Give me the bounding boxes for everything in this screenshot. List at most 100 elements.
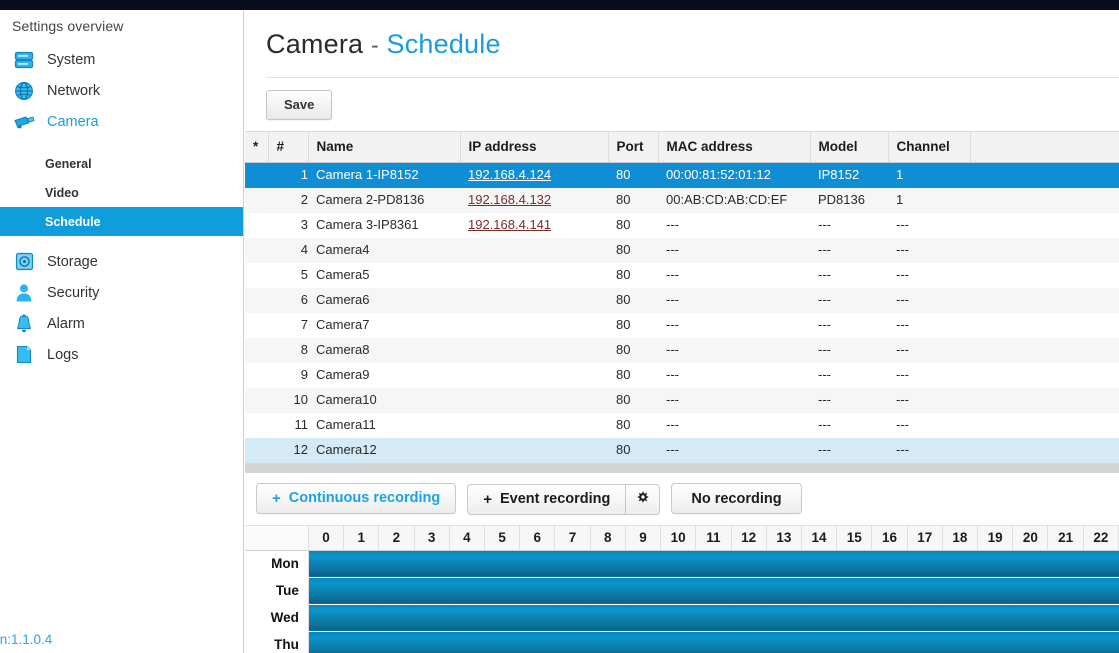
table-row[interactable]: 11 Camera11 80 --- --- --- xyxy=(245,412,1119,438)
schedule-slot[interactable] xyxy=(308,604,344,632)
schedule-slot[interactable] xyxy=(484,604,520,632)
schedule-slot[interactable] xyxy=(308,577,344,605)
table-row[interactable]: 9 Camera9 80 --- --- --- xyxy=(245,362,1119,388)
column-header-channel[interactable]: Channel xyxy=(888,131,971,163)
sidebar-item-schedule[interactable]: Schedule xyxy=(0,207,243,236)
schedule-slot[interactable] xyxy=(660,604,696,632)
schedule-hour-header[interactable]: 17 xyxy=(907,524,943,551)
ip-address-link[interactable]: 192.168.4.132 xyxy=(468,192,551,207)
schedule-slot[interactable] xyxy=(836,550,872,578)
cell-ip[interactable] xyxy=(460,237,608,263)
schedule-hour-header[interactable]: 6 xyxy=(519,524,556,551)
cell-ip[interactable] xyxy=(460,337,608,363)
schedule-slot[interactable] xyxy=(1047,577,1084,605)
cell-ip[interactable] xyxy=(460,262,608,288)
schedule-slot[interactable] xyxy=(977,631,1013,653)
schedule-slot[interactable] xyxy=(766,550,802,578)
schedule-slot[interactable] xyxy=(801,631,837,653)
schedule-slot[interactable] xyxy=(414,631,450,653)
schedule-slot[interactable] xyxy=(414,577,450,605)
schedule-slot[interactable] xyxy=(590,577,626,605)
schedule-slot[interactable] xyxy=(1047,604,1084,632)
schedule-slot[interactable] xyxy=(660,550,696,578)
schedule-slot[interactable] xyxy=(660,631,696,653)
schedule-slot[interactable] xyxy=(484,577,520,605)
schedule-hour-header[interactable]: 21 xyxy=(1047,524,1084,551)
schedule-hour-header[interactable]: 10 xyxy=(660,524,697,551)
schedule-hour-header[interactable]: 13 xyxy=(766,524,802,551)
event-recording-button[interactable]: + Event recording xyxy=(467,483,626,515)
schedule-hour-header[interactable]: 15 xyxy=(836,524,873,551)
sidebar-item-alarm[interactable]: Alarm xyxy=(0,308,243,339)
schedule-slot[interactable] xyxy=(308,550,344,578)
cell-ip[interactable] xyxy=(460,312,608,338)
schedule-hour-header[interactable]: 5 xyxy=(484,524,521,551)
schedule-slot[interactable] xyxy=(871,550,908,578)
schedule-slot[interactable] xyxy=(484,550,520,578)
schedule-slot[interactable] xyxy=(907,550,943,578)
schedule-slot[interactable] xyxy=(836,604,872,632)
schedule-slot[interactable] xyxy=(1012,577,1048,605)
sidebar-item-video[interactable]: Video xyxy=(0,178,243,207)
schedule-slot[interactable] xyxy=(1012,604,1048,632)
schedule-hour-header[interactable]: 20 xyxy=(1012,524,1049,551)
schedule-slot[interactable] xyxy=(378,631,415,653)
cell-ip[interactable] xyxy=(460,362,608,388)
column-header-model[interactable]: Model xyxy=(810,131,889,163)
schedule-slot[interactable] xyxy=(414,550,450,578)
schedule-slot[interactable] xyxy=(731,550,767,578)
cell-ip[interactable] xyxy=(460,287,608,313)
schedule-slot[interactable] xyxy=(590,604,626,632)
schedule-hour-header[interactable]: 12 xyxy=(731,524,767,551)
schedule-slot[interactable] xyxy=(1083,550,1119,578)
schedule-hour-header[interactable]: 3 xyxy=(414,524,450,551)
event-settings-button[interactable] xyxy=(625,483,661,515)
no-recording-button[interactable]: No recording xyxy=(671,483,802,514)
schedule-slot[interactable] xyxy=(519,550,555,578)
schedule-slot[interactable] xyxy=(801,550,837,578)
sidebar-item-storage[interactable]: Storage xyxy=(0,246,243,277)
schedule-slot[interactable] xyxy=(625,631,661,653)
schedule-slot[interactable] xyxy=(695,604,732,632)
schedule-slot[interactable] xyxy=(1012,550,1048,578)
schedule-slot[interactable] xyxy=(801,577,837,605)
schedule-slot[interactable] xyxy=(836,577,872,605)
schedule-slot[interactable] xyxy=(519,577,555,605)
schedule-slot[interactable] xyxy=(977,577,1013,605)
table-row[interactable]: 2 Camera 2-PD8136 192.168.4.132 80 00:AB:CD:… xyxy=(245,187,1119,213)
schedule-slot[interactable] xyxy=(977,550,1013,578)
schedule-slot[interactable] xyxy=(590,631,626,653)
table-row[interactable]: 12 Camera12 80 --- --- --- xyxy=(245,437,1119,463)
schedule-slot[interactable] xyxy=(519,631,555,653)
schedule-slot[interactable] xyxy=(625,577,661,605)
sidebar-item-system[interactable]: System xyxy=(0,44,243,75)
column-header-ip[interactable]: IP address xyxy=(460,131,609,163)
schedule-hour-header[interactable]: 8 xyxy=(590,524,626,551)
cell-ip[interactable]: 192.168.4.124 xyxy=(460,162,608,188)
schedule-slot[interactable] xyxy=(449,550,485,578)
schedule-slot[interactable] xyxy=(378,604,415,632)
schedule-slot[interactable] xyxy=(1083,604,1119,632)
cell-ip[interactable]: 192.168.4.132 xyxy=(460,187,608,213)
schedule-slot[interactable] xyxy=(625,604,661,632)
schedule-slot[interactable] xyxy=(554,604,591,632)
schedule-slot[interactable] xyxy=(977,604,1013,632)
sidebar-item-camera[interactable]: Camera xyxy=(0,106,243,137)
table-row[interactable]: 3 Camera 3-IP8361 192.168.4.141 80 --- --- --- xyxy=(245,212,1119,238)
cell-ip[interactable] xyxy=(460,437,608,463)
schedule-slot[interactable] xyxy=(1047,631,1084,653)
schedule-slot[interactable] xyxy=(907,604,943,632)
ip-address-link[interactable]: 192.168.4.124 xyxy=(468,167,551,182)
schedule-hour-header[interactable]: 11 xyxy=(695,524,732,551)
schedule-slot[interactable] xyxy=(907,577,943,605)
table-row[interactable]: 1 Camera 1-IP8152 192.168.4.124 80 00:00:81:… xyxy=(245,162,1119,188)
ip-address-link[interactable]: 192.168.4.141 xyxy=(468,217,551,232)
schedule-slot[interactable] xyxy=(731,604,767,632)
schedule-slot[interactable] xyxy=(695,631,732,653)
table-row[interactable]: 10 Camera10 80 --- --- --- xyxy=(245,387,1119,413)
schedule-hour-header[interactable]: 2 xyxy=(378,524,415,551)
schedule-slot[interactable] xyxy=(942,604,978,632)
schedule-slot[interactable] xyxy=(1083,577,1119,605)
save-button[interactable]: Save xyxy=(266,90,333,120)
schedule-slot[interactable] xyxy=(942,550,978,578)
